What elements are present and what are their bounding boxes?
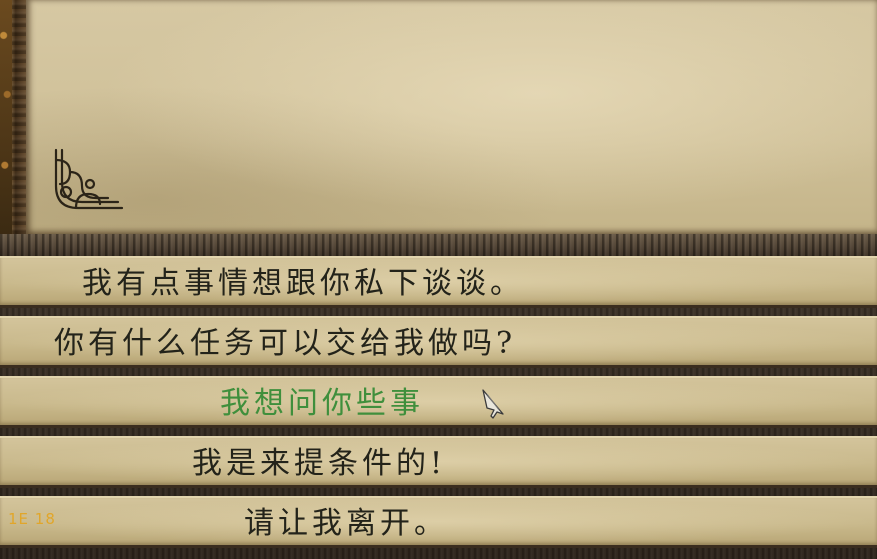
portrait-frame [0,0,26,243]
dialogue-option-3[interactable]: 我想问你些事 [0,376,877,428]
dialogue-option-5[interactable]: 请让我离开。 [0,496,877,548]
dialogue-parchment [26,0,877,234]
dialogue-option-label: 请让我离开。 [244,506,448,541]
dialogue-option-label: 我想问你些事 [220,386,424,421]
wood-divider [0,234,877,256]
celtic-knot-corner-icon [54,148,124,210]
dialogue-screen: 我有点事情想跟你私下谈谈。 你有什么任务可以交给我做吗? 我想问你些事 我是来提… [0,0,877,559]
portrait-edge [0,0,12,236]
dialogue-option-label: 我有点事情想跟你私下谈谈。 [82,266,524,301]
status-badge: 1E 18 [8,510,56,528]
dialogue-option-4[interactable]: 我是来提条件的! [0,436,877,488]
dialogue-option-1[interactable]: 我有点事情想跟你私下谈谈。 [0,256,877,308]
dialogue-options: 我有点事情想跟你私下谈谈。 你有什么任务可以交给我做吗? 我想问你些事 我是来提… [0,256,877,559]
dialogue-option-2[interactable]: 你有什么任务可以交给我做吗? [0,316,877,368]
quill-cursor-icon [482,389,504,419]
dialogue-option-label: 你有什么任务可以交给我做吗? [54,326,517,361]
dialogue-option-label: 我是来提条件的! [192,446,447,481]
